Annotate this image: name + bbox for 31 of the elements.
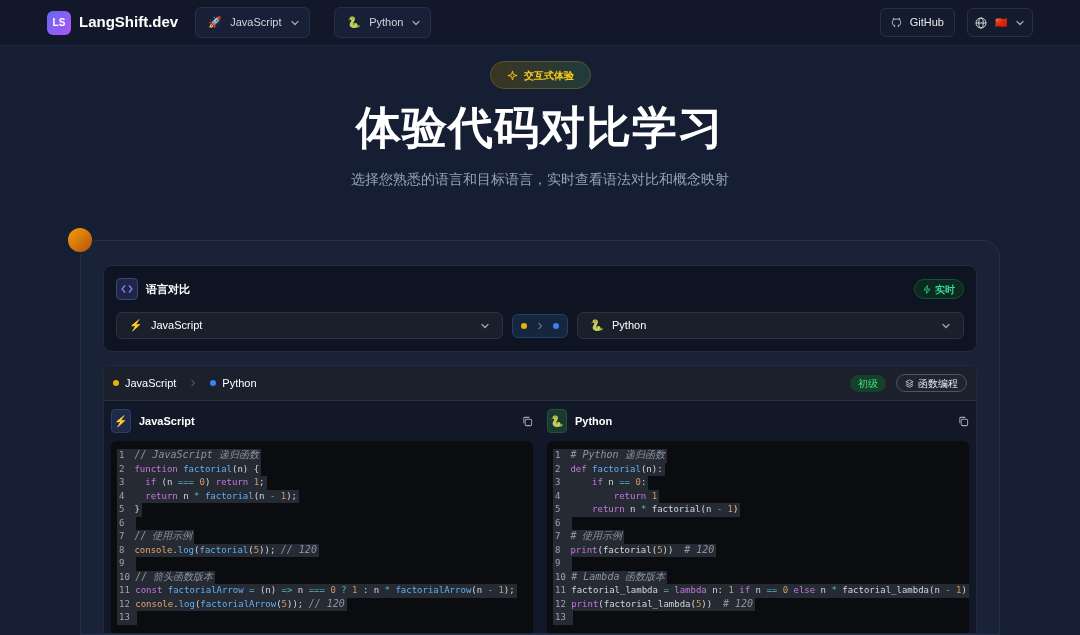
layers-icon <box>905 378 914 388</box>
topic-tag: 函数编程 <box>896 374 967 392</box>
chevron-right-icon <box>537 321 543 330</box>
target-language-select[interactable]: 🐍 Python <box>577 312 964 339</box>
github-icon <box>890 17 902 28</box>
chevron-right-icon <box>190 379 197 387</box>
copy-icon[interactable] <box>522 415 533 427</box>
target-label: Python <box>222 375 257 391</box>
source-label: JavaScript <box>125 375 177 391</box>
logo-mark[interactable]: LS <box>47 10 71 35</box>
target-language-dropdown[interactable]: 🐍 Python <box>334 7 432 38</box>
sparkle-icon <box>506 69 518 81</box>
github-button[interactable]: GitHub <box>879 8 955 37</box>
bolt-icon <box>923 284 931 294</box>
hero-title: 体验代码对比学习 <box>355 101 725 155</box>
live-badge: 实时 <box>914 279 964 299</box>
language-menu-button[interactable]: 🇨🇳 <box>967 8 1033 37</box>
source-language-dropdown[interactable]: 🚀 JavaScript <box>195 7 311 38</box>
code-icon <box>116 278 138 300</box>
pane-title: JavaScript <box>139 413 195 429</box>
pane-title: Python <box>575 413 613 429</box>
source-language-select[interactable]: ⚡ JavaScript <box>116 312 503 339</box>
feature-badge: 交互式体验 <box>489 61 591 89</box>
copy-icon[interactable] <box>958 415 969 427</box>
globe-icon <box>975 16 987 29</box>
hero-subtitle: 选择您熟悉的语言和目标语言，实时查看语法对比和概念映射 <box>351 170 729 189</box>
selector-title: 语言对比 <box>146 281 190 297</box>
brand-name[interactable]: LangShift.dev <box>79 11 179 34</box>
language-icon: ⚡ <box>111 409 131 433</box>
language-icon: 🐍 <box>547 409 567 433</box>
level-tag: 初级 <box>850 374 886 392</box>
